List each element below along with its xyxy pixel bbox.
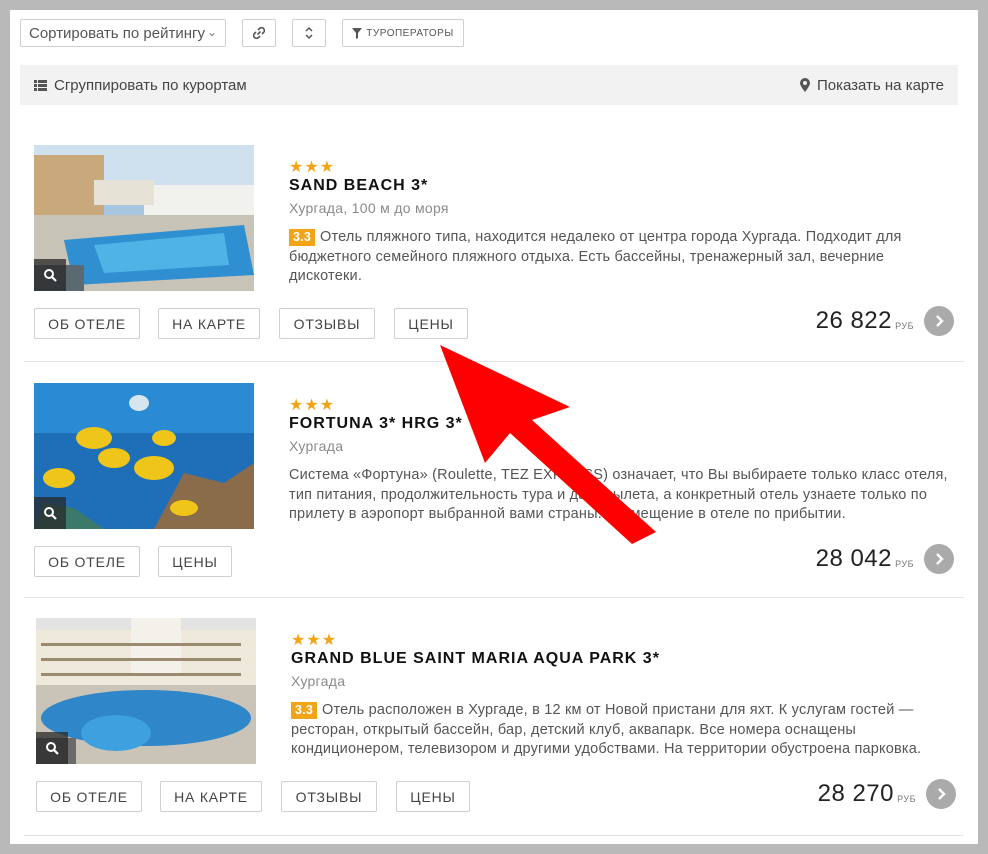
list-icon	[34, 79, 47, 91]
reviews-button[interactable]: ОТЗЫВЫ	[279, 308, 375, 339]
hotel-description: Система «Фортуна» (Roulette, TEZ EXPRESS…	[289, 466, 959, 525]
hotel-photo[interactable]	[34, 145, 254, 291]
hotel-location: Хургада	[289, 438, 344, 454]
chevron-right-icon	[938, 788, 946, 800]
prices-button[interactable]: ЦЕНЫ	[394, 308, 468, 339]
sort-select[interactable]: Сортировать по рейтингу ⌄	[20, 19, 226, 47]
divider	[24, 361, 964, 362]
hotel-description-text: Отель расположен в Хургаде, в 12 км от Н…	[291, 702, 922, 757]
tour-operators-filter-button[interactable]: ТУРОПЕРАТОРЫ	[342, 19, 464, 47]
hotel-name[interactable]: SAND BEACH 3*	[289, 177, 428, 195]
group-bar: Сгруппировать по курортам Показать на ка…	[20, 65, 958, 105]
show-on-map-label: Показать на карте	[816, 76, 944, 94]
sort-select-label: Сортировать по рейтингу	[29, 25, 205, 42]
price-currency: РУБ	[895, 321, 914, 331]
about-hotel-button[interactable]: ОБ ОТЕЛЕ	[34, 546, 140, 577]
hotel-name[interactable]: GRAND BLUE SAINT MARIA AQUA PARK 3*	[291, 650, 660, 668]
filter-icon	[352, 27, 363, 39]
hotel-reef-image	[34, 383, 254, 529]
on-map-button[interactable]: НА КАРТЕ	[158, 308, 260, 339]
hotel-photo[interactable]	[34, 383, 254, 529]
up-down-icon	[305, 26, 313, 40]
hotel-card: ★★★ GRAND BLUE SAINT MARIA AQUA PARK 3* …	[24, 618, 964, 818]
prices-button[interactable]: ЦЕНЫ	[396, 781, 470, 812]
divider	[24, 835, 964, 836]
zoom-icon[interactable]	[34, 497, 66, 529]
hotel-photo[interactable]	[36, 618, 256, 764]
hotel-stars: ★★★	[291, 632, 338, 649]
on-map-button[interactable]: НА КАРТЕ	[160, 781, 262, 812]
tour-operators-label: ТУРОПЕРАТОРЫ	[366, 27, 454, 39]
go-to-hotel-button[interactable]	[926, 779, 956, 809]
chevron-right-icon	[936, 553, 944, 565]
hotel-location: Хургада, 100 м до моря	[289, 200, 449, 216]
hotel-card: ★★★ SAND BEACH 3* Хургада, 100 м до моря…	[24, 145, 964, 345]
map-pin-icon	[799, 78, 810, 92]
sort-order-button[interactable]	[292, 19, 326, 47]
hotel-description-text: Система «Фортуна» (Roulette, TEZ EXPRESS…	[289, 467, 948, 522]
show-on-map-link[interactable]: Показать на карте	[799, 76, 944, 94]
hotel-price: 28 042	[815, 545, 892, 572]
about-hotel-button[interactable]: ОБ ОТЕЛЕ	[36, 781, 142, 812]
go-to-hotel-button[interactable]	[924, 306, 954, 336]
price-currency: РУБ	[895, 559, 914, 569]
search-results-panel: Сортировать по рейтингу ⌄ ТУРОПЕРАТОРЫ С…	[10, 10, 978, 844]
hotel-aquapark-image	[36, 618, 256, 764]
hotel-stars: ★★★	[289, 159, 336, 176]
copy-link-button[interactable]	[242, 19, 276, 47]
chevron-right-icon	[936, 315, 944, 327]
reviews-button[interactable]: ОТЗЫВЫ	[281, 781, 377, 812]
go-to-hotel-button[interactable]	[924, 544, 954, 574]
hotel-description: 3.3 Отель расположен в Хургаде, в 12 км о…	[291, 701, 961, 760]
group-by-resort-toggle[interactable]: Сгруппировать по курортам	[34, 77, 247, 94]
hotel-price: 28 270	[817, 780, 894, 807]
hotel-rating-badge: 3.3	[289, 229, 315, 246]
hotel-card: ★★★ FORTUNA 3* HRG 3* Хургада Система «Ф…	[24, 383, 964, 583]
link-icon	[252, 26, 266, 40]
hotel-description-text: Отель пляжного типа, находится недалеко …	[289, 229, 902, 284]
hotel-name[interactable]: FORTUNA 3* HRG 3*	[289, 415, 463, 433]
hotel-location: Хургада	[291, 673, 346, 689]
chevron-down-icon: ⌄	[206, 25, 217, 39]
zoom-icon[interactable]	[36, 732, 68, 764]
hotel-pool-image	[34, 145, 254, 291]
hotel-stars: ★★★	[289, 397, 336, 414]
prices-button[interactable]: ЦЕНЫ	[158, 546, 232, 577]
hotel-price: 26 822	[815, 307, 892, 334]
divider	[24, 597, 964, 598]
hotel-rating-badge: 3.3	[291, 702, 317, 719]
about-hotel-button[interactable]: ОБ ОТЕЛЕ	[34, 308, 140, 339]
group-by-resort-label: Сгруппировать по курортам	[54, 76, 247, 94]
hotel-description: 3.3 Отель пляжного типа, находится недале…	[289, 228, 959, 287]
price-currency: РУБ	[897, 794, 916, 804]
zoom-icon[interactable]	[34, 259, 66, 291]
